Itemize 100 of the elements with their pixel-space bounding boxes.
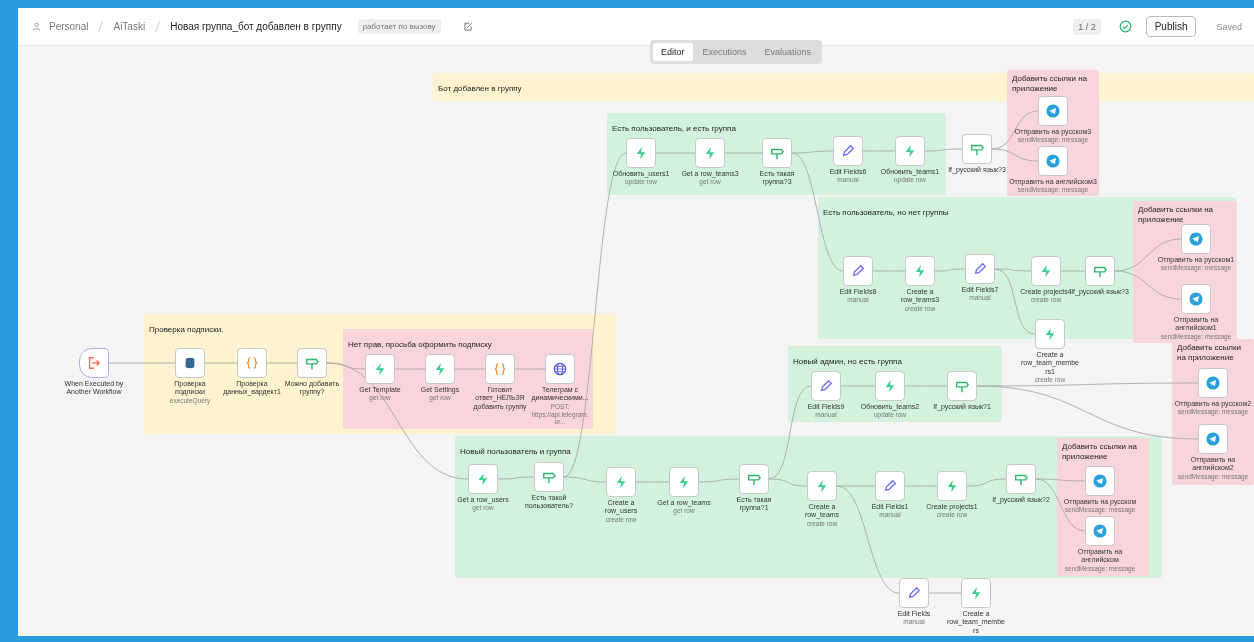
workflow-node[interactable] <box>606 467 636 497</box>
paper-plane-icon <box>1189 232 1203 246</box>
tab[interactable]: Executions <box>694 43 755 61</box>
workflow-node[interactable] <box>1198 368 1228 398</box>
bolt-icon <box>815 479 829 493</box>
tab[interactable]: Editor <box>653 43 693 61</box>
connector-line <box>724 152 763 154</box>
signpost-icon <box>1014 472 1028 486</box>
database-icon <box>183 356 197 370</box>
bolt-icon <box>945 479 959 493</box>
connector-line <box>514 368 546 370</box>
publish-button[interactable]: Publish <box>1145 16 1197 37</box>
connector-line <box>698 478 740 483</box>
paper-plane-icon <box>1093 474 1107 488</box>
workflow-node[interactable] <box>1035 319 1065 349</box>
connector-line <box>1060 270 1086 272</box>
workflow-node[interactable] <box>762 138 792 168</box>
workflow-title[interactable]: Новая группа_бот добавлен в группу <box>170 21 342 32</box>
signpost-icon <box>955 379 969 393</box>
braces-icon <box>245 356 259 370</box>
pencil-icon <box>819 379 833 393</box>
workflow-node[interactable] <box>937 471 967 501</box>
sticky-note-title: Добавить ссылки на приложение <box>1177 343 1242 364</box>
sticky-note-title: Новый админ, но есть группа <box>793 357 902 368</box>
workflow-node[interactable] <box>1198 424 1228 454</box>
workflow-node[interactable] <box>899 578 929 608</box>
edit-icon <box>462 21 473 32</box>
braces-icon <box>493 362 507 376</box>
workflow-node[interactable] <box>1031 256 1061 286</box>
breadcrumb-link[interactable]: Personal <box>49 21 89 32</box>
workflow-node[interactable] <box>175 348 205 378</box>
sticky-note-title: Новый пользователь и группа <box>460 447 571 458</box>
workflow-node[interactable] <box>297 348 327 378</box>
bolt-icon <box>476 472 490 486</box>
workflow-node[interactable] <box>811 371 841 401</box>
workflow-node[interactable] <box>905 256 935 286</box>
workflow-node[interactable] <box>1181 284 1211 314</box>
workflow-node[interactable] <box>545 354 575 384</box>
sticky-note-title: Есть пользователь, но нет группы <box>823 208 949 219</box>
workflow-node[interactable] <box>875 471 905 501</box>
workflow-node[interactable] <box>1085 466 1115 496</box>
signpost-icon <box>1093 264 1107 278</box>
pencil-icon <box>851 264 865 278</box>
workflow-node[interactable] <box>626 138 656 168</box>
signpost-icon <box>970 142 984 156</box>
paper-plane-icon <box>1206 432 1220 446</box>
workflow-node[interactable] <box>1085 516 1115 546</box>
workflow-node[interactable] <box>695 138 725 168</box>
bolt-icon <box>883 379 897 393</box>
bolt-icon <box>703 146 717 160</box>
workflow-node[interactable] <box>534 462 564 492</box>
tab[interactable]: Evaluations <box>756 43 820 61</box>
workflow-node[interactable] <box>965 254 995 284</box>
bolt-icon <box>913 264 927 278</box>
paper-plane-icon <box>1093 524 1107 538</box>
workflow-node[interactable] <box>875 371 905 401</box>
pencil-icon <box>841 144 855 158</box>
workflow-node[interactable] <box>365 354 395 384</box>
workflow-node[interactable] <box>485 354 515 384</box>
sticky-note-title: Добавить ссылки на приложение <box>1012 74 1089 95</box>
workflow-tag[interactable]: работает по вызову <box>357 19 441 34</box>
workflow-node[interactable] <box>895 136 925 166</box>
connector-line <box>904 485 938 487</box>
workflow-node[interactable] <box>1038 146 1068 176</box>
workflow-node[interactable] <box>807 471 837 501</box>
workflow-node[interactable] <box>425 354 455 384</box>
workflow-node[interactable] <box>843 256 873 286</box>
bolt-icon <box>677 475 691 489</box>
workflow-node[interactable] <box>947 371 977 401</box>
connector-line <box>840 385 876 387</box>
pencil-icon <box>907 586 921 600</box>
workflow-node[interactable] <box>1085 256 1115 286</box>
workflow-node[interactable] <box>739 464 769 494</box>
paper-plane-icon <box>1046 154 1060 168</box>
person-icon <box>32 22 41 31</box>
version-counter[interactable]: 1 / 2 <box>1073 18 1101 35</box>
bolt-icon <box>969 586 983 600</box>
exit-arrow-icon <box>87 356 101 370</box>
connector-line <box>204 362 238 364</box>
paper-plane-icon <box>1046 104 1060 118</box>
connector-line <box>934 268 966 272</box>
workflow-node[interactable] <box>669 467 699 497</box>
workflow-node[interactable] <box>961 578 991 608</box>
workflow-node[interactable] <box>1006 464 1036 494</box>
check-circle-icon <box>1118 20 1132 33</box>
bolt-icon <box>373 362 387 376</box>
pencil-icon <box>883 479 897 493</box>
workflow-node[interactable] <box>1038 96 1068 126</box>
workflow-node[interactable] <box>237 348 267 378</box>
workflow-node[interactable] <box>1181 224 1211 254</box>
sticky-note-title: Проверка подписки. <box>149 325 224 336</box>
workflow-node[interactable] <box>962 134 992 164</box>
workflow-node[interactable] <box>468 464 498 494</box>
breadcrumb-link[interactable]: AiTaski <box>113 21 146 32</box>
connector-line <box>635 481 670 483</box>
bolt-icon <box>433 362 447 376</box>
paper-plane-icon <box>1189 292 1203 306</box>
workflow-node[interactable] <box>833 136 863 166</box>
workflow-node[interactable] <box>79 348 109 378</box>
sticky-note-title: Нет прав, просьба оформить подписку <box>348 340 492 351</box>
